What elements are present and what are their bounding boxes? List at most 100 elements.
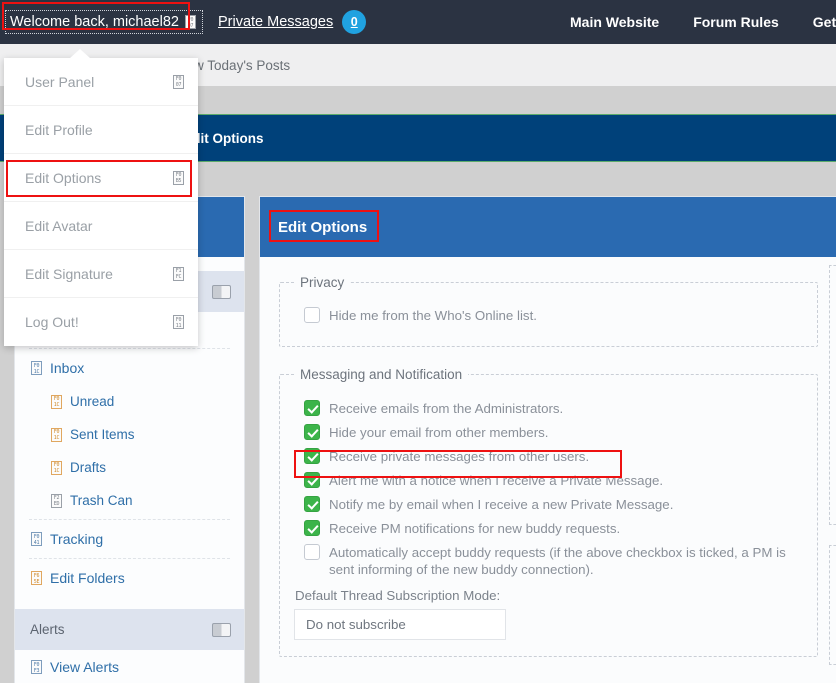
sidebar-item-view-alerts-label: View Alerts [50,659,119,675]
edit-options-icon: F0B5 [173,171,184,185]
nav-link-forum-rules[interactable]: Forum Rules [693,14,779,30]
sidebar-item-sent-items[interactable]: F01C Sent Items [15,418,244,451]
page-root: Welcome back, michael82 F007 Private Mes… [0,0,836,683]
messaging-legend: Messaging and Notification [294,367,468,382]
unread-icon: F01C [51,395,62,409]
checkbox-alert-notice-on-pm[interactable] [304,472,320,488]
menu-item-edit-signature[interactable]: Edit Signature F1FC [4,250,198,298]
checkbox-receive-private-messages[interactable] [304,448,320,464]
checkbox-email-on-new-pm[interactable] [304,496,320,512]
nav-link-getting-started[interactable]: Getti [813,14,836,30]
drafts-icon: F01C [51,461,62,475]
main-content-body: Privacy Hide me from the Who's Online li… [260,257,836,657]
option-row[interactable]: Notify me by email when I receive a new … [304,492,803,516]
sidebar-item-tracking[interactable]: F041 Tracking [15,522,244,556]
option-label: Hide me from the Who's Online list. [329,306,537,324]
subscription-mode-select[interactable]: Do not subscribe [294,609,506,640]
option-label: Receive PM notifications for new buddy r… [329,519,620,537]
sidebar-item-view-alerts[interactable]: F0F3 View Alerts [15,650,244,683]
user-dropdown-menu: User Panel F007 Edit Profile Edit Option… [4,58,198,346]
menu-item-label: Log Out! [25,314,79,330]
menu-item-label: Edit Profile [25,122,93,138]
sidebar-item-tracking-label: Tracking [50,531,103,547]
menu-item-log-out[interactable]: Log Out! F011 [4,298,198,346]
messaging-fieldset: Messaging and Notification Receive email… [279,367,818,657]
checkbox-hide-email[interactable] [304,424,320,440]
option-row[interactable]: Automatically accept buddy requests (if … [304,540,803,581]
sidebar-item-drafts[interactable]: F01C Drafts [15,451,244,484]
private-messages-count-badge: 0 [342,10,366,34]
welcome-user-link[interactable]: Welcome back, michael82 F007 [6,11,202,33]
menu-item-label: Edit Avatar [25,218,92,234]
menu-item-edit-avatar[interactable]: Edit Avatar [4,202,198,250]
sidebar-item-trash-can[interactable]: F2ED Trash Can [15,484,244,517]
user-panel-icon: F007 [173,75,184,89]
menu-item-user-panel[interactable]: User Panel F007 [4,58,198,106]
right-column-fieldset-edge [829,265,836,525]
option-label: Receive private messages from other user… [329,447,589,465]
menu-item-label: User Panel [25,74,94,90]
menu-item-label: Edit Signature [25,266,113,282]
view-alerts-icon: F0F3 [31,660,42,674]
edit-signature-icon: F1FC [173,267,184,281]
sidebar-item-unread-label: Unread [70,394,114,409]
option-row[interactable]: Receive emails from the Administrators. [304,396,803,420]
checkbox-receive-admin-emails[interactable] [304,400,320,416]
private-messages-label: Private Messages [218,14,333,30]
topnav-links-group: Main Website Forum Rules Getti [570,0,836,44]
dropdown-caret-icon [70,49,90,58]
topnav-left-group: Welcome back, michael82 F007 Private Mes… [0,10,366,34]
sidebar-item-drafts-label: Drafts [70,460,106,475]
option-label: Hide your email from other members. [329,423,548,441]
option-row[interactable]: Receive PM notifications for new buddy r… [304,516,803,540]
sent-items-icon: F01C [51,428,62,442]
option-label: Notify me by email when I receive a new … [329,495,673,513]
subscription-mode-value: Do not subscribe [306,617,406,632]
option-label: Alert me with a notice when I receive a … [329,471,663,489]
sidebar-spacer-mid [15,595,244,609]
inbox-icon: F01C [31,361,42,375]
top-navigation-bar: Welcome back, michael82 F007 Private Mes… [0,0,836,44]
collapse-toggle-icon[interactable] [212,285,231,299]
checkbox-pm-buddy-request-notifications[interactable] [304,520,320,536]
trash-can-icon: F2ED [51,494,62,508]
private-messages-link[interactable]: Private Messages 0 [218,10,366,34]
option-row[interactable]: Alert me with a notice when I receive a … [304,468,803,492]
subscription-mode-label: Default Thread Subscription Mode: [294,581,803,609]
checkbox-hide-from-whos-online[interactable] [304,307,320,323]
sidebar-item-trash-can-label: Trash Can [70,493,133,508]
option-row[interactable]: Receive private messages from other user… [304,444,803,468]
option-label: Receive emails from the Administrators. [329,399,563,417]
nav-link-main-website[interactable]: Main Website [570,14,659,30]
sidebar-item-inbox-label: Inbox [50,360,84,376]
privacy-fieldset: Privacy Hide me from the Who's Online li… [279,275,818,347]
sidebar-item-sent-items-label: Sent Items [70,427,135,442]
sidebar-item-edit-folders-label: Edit Folders [50,570,125,586]
sidebar-divider-2 [29,519,230,520]
tracking-icon: F041 [31,532,42,546]
menu-item-edit-options[interactable]: Edit Options F0B5 [4,154,198,202]
edit-folders-icon: F65E [31,571,42,585]
checkbox-auto-accept-buddy-requests[interactable] [304,544,320,560]
main-content-panel: Edit Options Privacy Hide me from the Wh… [259,196,836,683]
option-label: Automatically accept buddy requests (if … [329,543,799,578]
sidebar-section-alerts-label: Alerts [30,622,65,637]
option-row[interactable]: Hide your email from other members. [304,420,803,444]
sidebar-section-alerts[interactable]: Alerts [15,609,244,650]
option-row[interactable]: Hide me from the Who's Online list. [294,300,803,332]
sidebar-item-inbox[interactable]: F01C Inbox [15,351,244,385]
welcome-text: Welcome back, michael82 [10,14,179,30]
right-column-fieldset-edge-2 [829,545,836,665]
log-out-icon: F011 [173,315,184,329]
sidebar-divider-1 [29,348,230,349]
menu-item-label: Edit Options [25,170,101,186]
main-content-header: Edit Options [260,197,836,257]
sidebar-item-edit-folders[interactable]: F65E Edit Folders [15,561,244,595]
collapse-toggle-icon[interactable] [212,623,231,637]
page-title: Edit Options [278,219,367,236]
sidebar-item-unread[interactable]: F01C Unread [15,385,244,418]
menu-item-edit-profile[interactable]: Edit Profile [4,106,198,154]
user-icon: F007 [185,15,196,29]
privacy-legend: Privacy [294,275,350,290]
sidebar-divider-3 [29,558,230,559]
